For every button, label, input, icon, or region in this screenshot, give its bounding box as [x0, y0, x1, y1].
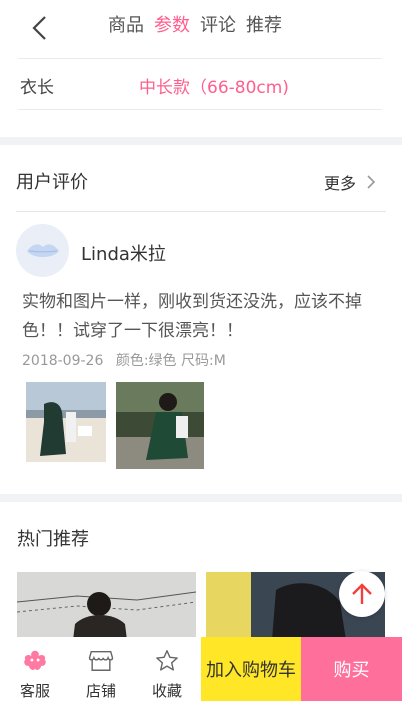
- review-spec: 颜色:绿色 尺码:M: [115, 353, 226, 369]
- tab-goods[interactable]: 商品: [108, 14, 144, 38]
- bottom-action-bar: 客服 店铺 收藏 加入购物车 购买: [0, 637, 402, 701]
- favorite-button[interactable]: 收藏: [134, 637, 200, 701]
- star-icon: [156, 650, 178, 671]
- review-photo[interactable]: [116, 382, 204, 469]
- review-text: 实物和图片一样，刚收到货还没洗，应该不掉色！！试穿了一下很漂亮！！: [22, 292, 362, 341]
- more-label: 更多: [323, 174, 356, 193]
- review-meta: 2018-09-26 颜色:绿色 尺码:M: [22, 350, 226, 370]
- lips-icon: [26, 243, 59, 257]
- favorite-label: 收藏: [151, 682, 182, 700]
- tab-params[interactable]: 参数: [154, 14, 190, 38]
- chevron-right-icon: [367, 175, 376, 189]
- shop-button[interactable]: 店铺: [68, 637, 134, 701]
- reviewer-name: Linda米拉: [81, 244, 166, 265]
- buy-button[interactable]: 购买: [301, 637, 402, 701]
- tab-recommend[interactable]: 推荐: [246, 14, 282, 38]
- section-divider: [0, 137, 402, 145]
- avatar: [16, 224, 69, 277]
- customer-service-label: 客服: [19, 682, 50, 700]
- back-to-top-button[interactable]: [339, 571, 385, 617]
- param-value: 中长款（66-80cm): [139, 78, 289, 98]
- back-arrow-icon[interactable]: [28, 14, 52, 42]
- recommend-title: 热门推荐: [17, 529, 89, 550]
- shop-icon: [88, 650, 114, 671]
- add-to-cart-button[interactable]: 加入购物车: [201, 637, 301, 701]
- review-date: 2018-09-26: [22, 353, 104, 369]
- section-tabs: 商品 参数 评论 推荐: [108, 14, 292, 38]
- reviews-title: 用户评价: [16, 172, 88, 193]
- tab-comments[interactable]: 评论: [200, 14, 236, 38]
- param-label: 衣长: [20, 78, 54, 98]
- customer-service-button[interactable]: 客服: [2, 637, 68, 701]
- param-row: 衣长 中长款（66-80cm): [18, 58, 382, 110]
- reviews-divider: [16, 211, 386, 212]
- top-nav: 商品 参数 评论 推荐: [0, 0, 402, 56]
- review-photo[interactable]: [26, 382, 106, 462]
- customer-service-icon: [24, 650, 46, 670]
- arrow-up-icon: [352, 583, 372, 604]
- section-divider: [0, 494, 402, 502]
- more-reviews-link[interactable]: 更多: [324, 170, 378, 194]
- recommend-item[interactable]: [17, 572, 196, 640]
- shop-label: 店铺: [85, 682, 116, 700]
